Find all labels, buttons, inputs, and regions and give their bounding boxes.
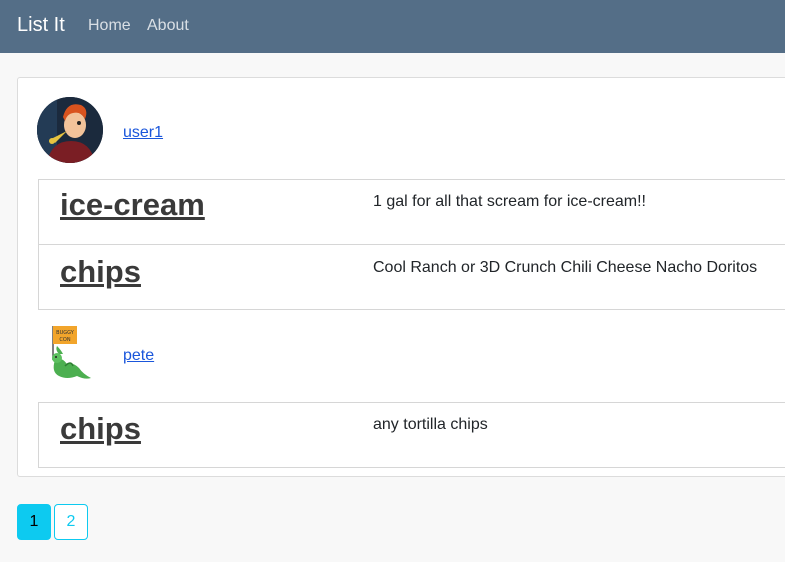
avatar-user1 — [37, 97, 103, 163]
item-title-link[interactable]: ice-cream — [60, 187, 205, 223]
dragon-flag-icon: BUGGY CON — [52, 326, 91, 379]
item-description: 1 gal for all that scream for ice-cream!… — [373, 193, 646, 210]
item-description: Cool Ranch or 3D Crunch Chili Cheese Nac… — [373, 259, 758, 276]
user-link-user1[interactable]: user1 — [123, 123, 163, 142]
page-button-2[interactable]: 2 — [54, 504, 88, 540]
list-item: chips Cool Ranch or 3D Crunch Chili Chee… — [38, 244, 785, 310]
brand-link[interactable]: List It — [17, 13, 65, 37]
avatar-photo — [37, 97, 103, 163]
avatar-pete: BUGGY CON — [37, 320, 103, 386]
item-title-link[interactable]: chips — [60, 254, 141, 290]
nav-link-home[interactable]: Home — [88, 16, 131, 35]
flag-text-line1: BUGGY — [56, 330, 75, 336]
item-title-link[interactable]: chips — [60, 411, 141, 447]
item-description: any tortilla chips — [373, 416, 488, 433]
flag-text-line2: CON — [59, 337, 70, 343]
user-link-pete[interactable]: pete — [123, 346, 154, 365]
list-item: ice-cream 1 gal for all that scream for … — [38, 179, 785, 245]
page-button-1[interactable]: 1 — [17, 504, 51, 540]
navbar: List It Home About — [0, 0, 785, 53]
nav-link-about[interactable]: About — [147, 16, 189, 35]
list-item: chips any tortilla chips — [38, 402, 785, 468]
